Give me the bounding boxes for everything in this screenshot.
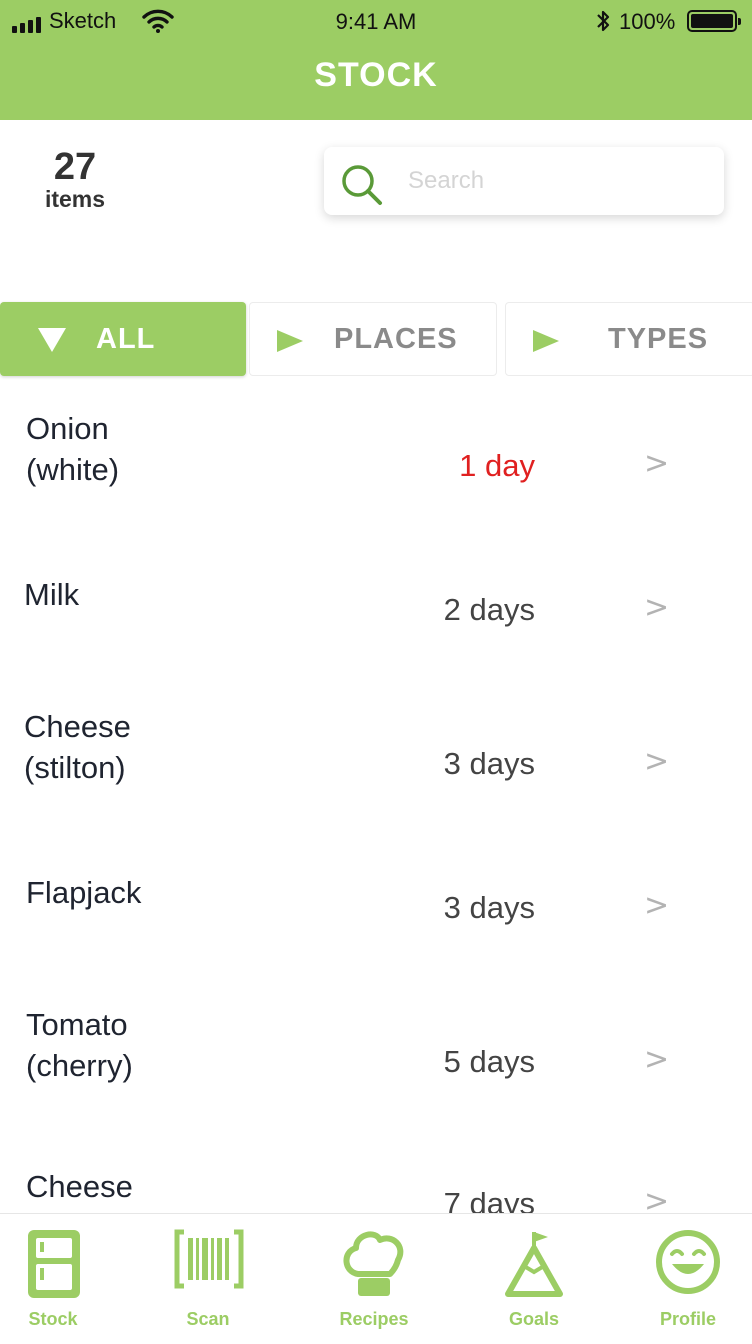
battery-icon <box>687 10 741 32</box>
tab-stock-label: Stock <box>28 1309 78 1329</box>
item-name: Tomato (cherry) <box>26 1007 133 1083</box>
page-title: STOCK <box>314 56 438 94</box>
search-input[interactable] <box>408 161 708 201</box>
item-name: Milk <box>24 577 80 612</box>
chevron-right-icon: > <box>644 888 670 923</box>
stock-list[interactable]: Onion (white) 1 day > Milk 2 days > Chee… <box>0 376 752 1214</box>
item-name: Cheese <box>26 1169 133 1204</box>
list-item[interactable]: Cheese 7 days > <box>0 1150 752 1214</box>
item-name: Onion (white) <box>26 411 120 487</box>
tab-stock[interactable]: Stock <box>0 1214 106 1344</box>
item-days: 3 days <box>443 890 535 925</box>
bluetooth-icon <box>597 10 610 32</box>
tab-recipes[interactable]: Recipes <box>326 1214 422 1344</box>
tab-types[interactable]: TYPES <box>505 302 752 376</box>
triangle-right-icon <box>533 330 559 352</box>
chevron-right-icon: > <box>644 590 670 625</box>
tab-profile[interactable]: Profile <box>640 1214 736 1344</box>
item-count-number: 27 <box>53 146 97 188</box>
barcode-icon <box>174 1229 244 1289</box>
chef-hat-icon <box>343 1231 404 1296</box>
item-name: Cheese (stilton) <box>24 709 131 785</box>
triangle-down-icon <box>38 328 66 352</box>
tab-all[interactable]: ALL <box>0 302 246 376</box>
chevron-right-icon: > <box>644 1184 670 1214</box>
item-days: 3 days <box>443 746 535 781</box>
item-days: 5 days <box>443 1044 535 1079</box>
search-box[interactable] <box>324 147 724 215</box>
chevron-right-icon: > <box>644 744 670 779</box>
tab-profile-label: Profile <box>659 1309 716 1329</box>
chevron-right-icon: > <box>644 1042 670 1077</box>
tab-scan-label: Scan <box>186 1309 230 1329</box>
list-item[interactable]: Milk 2 days > <box>0 536 752 686</box>
item-days: 7 days <box>443 1186 535 1214</box>
tab-scan[interactable]: Scan <box>160 1214 256 1344</box>
top-bar: Sketch 9:41 AM 100% STOCK <box>0 0 752 120</box>
tab-places[interactable]: PLACES <box>249 302 497 376</box>
item-days: 1 day <box>459 448 535 483</box>
tab-goals-label: Goals <box>508 1309 560 1329</box>
list-item[interactable]: Onion (white) 1 day > <box>0 392 752 542</box>
battery-percent: 100% <box>619 9 676 34</box>
item-count-label: items <box>44 186 106 212</box>
list-item[interactable]: Cheese (stilton) 3 days > <box>0 690 752 840</box>
list-item[interactable]: Flapjack 3 days > <box>0 834 752 984</box>
tab-goals[interactable]: Goals <box>486 1214 582 1344</box>
tab-all-label: ALL <box>96 322 156 355</box>
status-bar: Sketch 9:41 AM 100% <box>0 0 752 44</box>
triangle-right-icon <box>277 330 303 352</box>
list-item[interactable]: Tomato (cherry) 5 days > <box>0 988 752 1138</box>
smiley-face-icon <box>656 1230 720 1294</box>
chevron-right-icon: > <box>644 446 670 481</box>
tab-types-label: TYPES <box>608 322 709 355</box>
bottom-tab-bar: Stock Scan Recipes Goals Profile <box>0 1213 752 1344</box>
tab-places-label: PLACES <box>334 322 458 355</box>
search-icon <box>342 165 382 205</box>
item-name: Flapjack <box>26 875 142 910</box>
item-days: 2 days <box>443 592 535 627</box>
mountain-flag-icon <box>505 1232 563 1297</box>
fridge-icon <box>28 1230 80 1298</box>
tab-recipes-label: Recipes <box>339 1309 409 1329</box>
item-count: 27 items <box>30 146 120 212</box>
